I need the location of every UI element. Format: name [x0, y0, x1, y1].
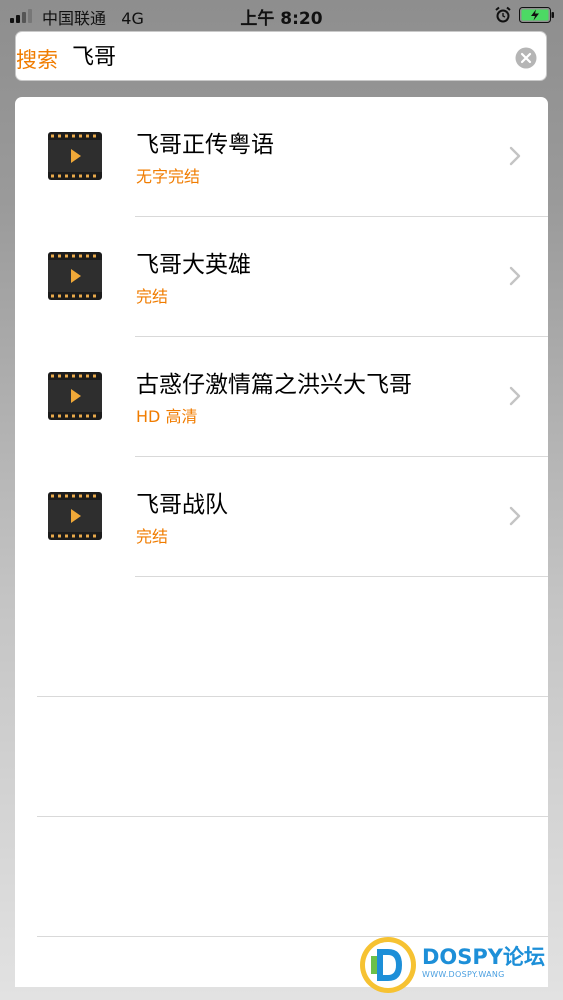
watermark-brand: DOSPY论坛 — [422, 945, 546, 969]
search-input[interactable] — [72, 38, 492, 72]
film-icon — [48, 132, 102, 180]
status-bar: 中国联通 4G 上午 8:20 — [0, 0, 563, 30]
watermark-url: WWW.DOSPY.WANG — [422, 970, 505, 979]
search-label: 搜索 — [16, 48, 58, 72]
dospy-logo-icon — [360, 937, 416, 993]
status-time: 上午 8:20 — [240, 9, 323, 29]
result-subtitle: 无字完结 — [136, 167, 201, 186]
watermark: DOSPY论坛 WWW.DOSPY.WANG — [358, 936, 548, 994]
result-row[interactable]: 古惑仔激情篇之洪兴大飞哥 HD 高清 — [15, 337, 548, 457]
results-list: 飞哥正传粤语 无字完结 飞哥大英雄 完结 古惑仔激情篇之洪兴大飞哥 HD 高清 … — [15, 97, 548, 987]
result-row[interactable]: 飞哥大英雄 完结 — [15, 217, 548, 337]
result-subtitle: 完结 — [136, 287, 169, 306]
result-subtitle: 完结 — [136, 527, 169, 546]
battery-icon — [519, 7, 554, 23]
clear-icon[interactable] — [515, 47, 537, 69]
search-bar: 搜索 — [15, 31, 547, 81]
result-subtitle: HD 高清 — [136, 407, 198, 426]
empty-row-separator — [37, 696, 548, 697]
chevron-right-icon — [509, 506, 521, 526]
chevron-right-icon — [509, 266, 521, 286]
empty-row-separator — [37, 816, 548, 817]
row-separator — [135, 576, 548, 577]
chevron-right-icon — [509, 146, 521, 166]
result-row[interactable]: 飞哥正传粤语 无字完结 — [15, 97, 548, 217]
film-icon — [48, 492, 102, 540]
result-title: 古惑仔激情篇之洪兴大飞哥 — [136, 372, 412, 398]
result-title: 飞哥正传粤语 — [136, 132, 274, 158]
film-icon — [48, 372, 102, 420]
alarm-icon — [495, 6, 511, 23]
result-title: 飞哥大英雄 — [136, 252, 251, 278]
result-row[interactable]: 飞哥战队 完结 — [15, 457, 548, 577]
film-icon — [48, 252, 102, 300]
result-title: 飞哥战队 — [136, 492, 228, 518]
chevron-right-icon — [509, 386, 521, 406]
